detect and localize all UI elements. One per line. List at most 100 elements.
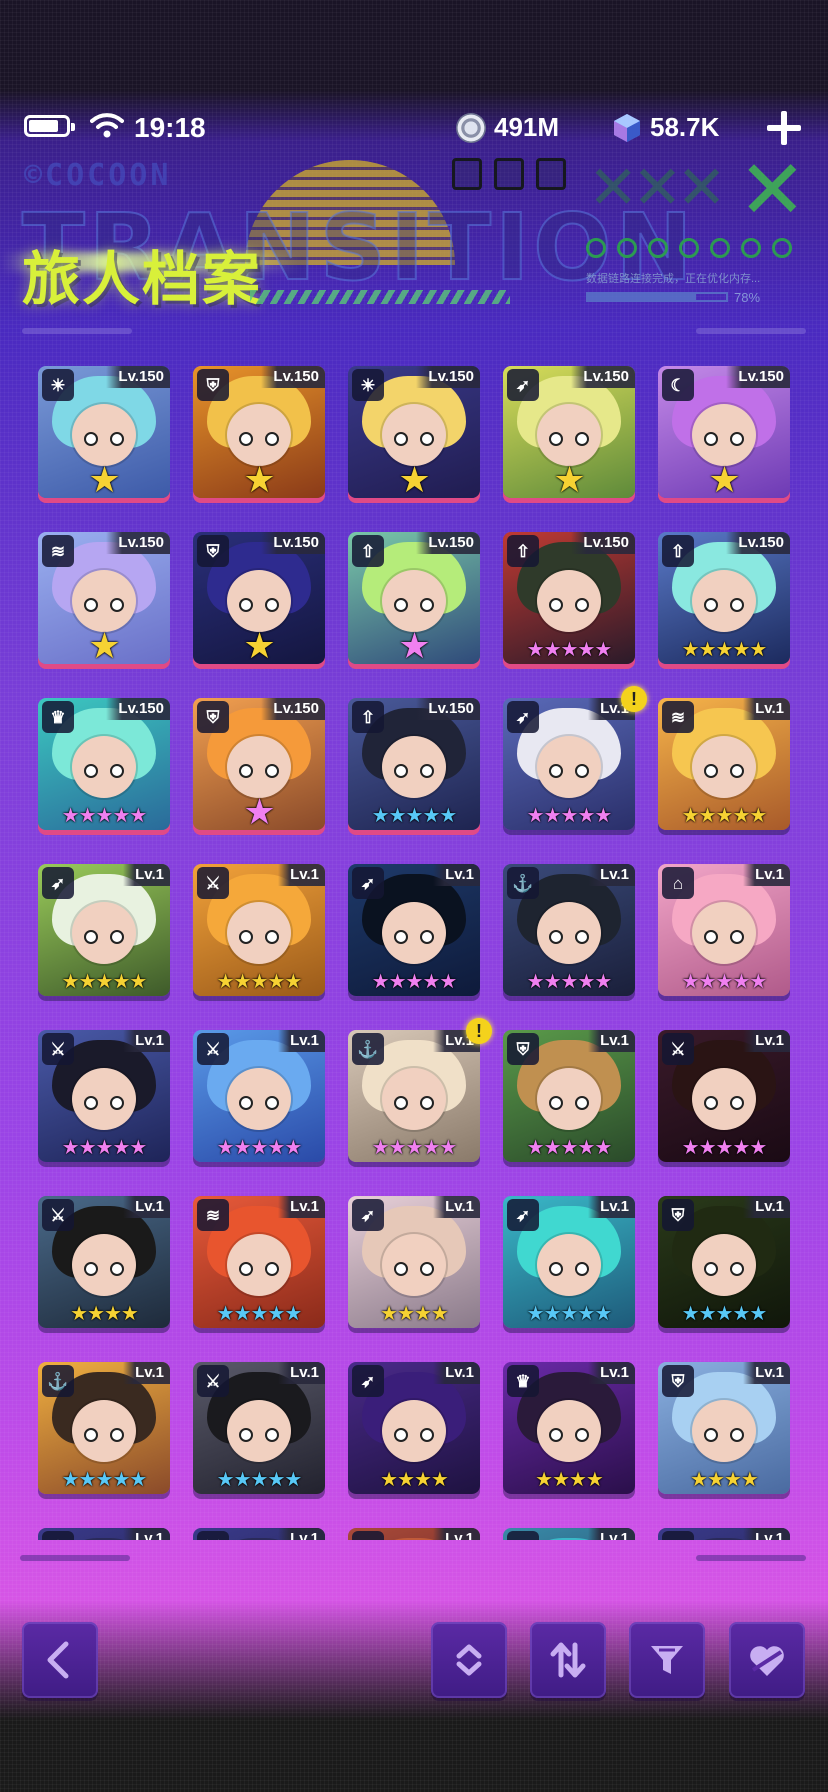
bow-class-icon: ➶ xyxy=(507,1199,539,1231)
character-card[interactable]: ⚔ Lv.1 ★★★★★ xyxy=(193,1362,325,1494)
character-card[interactable]: ⛨ Lv.150 ★ xyxy=(193,366,325,498)
favorite-button[interactable] xyxy=(729,1622,805,1698)
bow-class-icon: ➶ xyxy=(352,1365,384,1397)
sword-class-icon: ⚔ xyxy=(42,1033,74,1065)
character-card[interactable]: ➶ Lv.1 xyxy=(503,1528,635,1540)
level-label: Lv.150 xyxy=(106,698,170,720)
divider xyxy=(20,1555,130,1561)
character-card[interactable]: ➶ Lv.1 ★★★★★ xyxy=(503,1196,635,1328)
divider xyxy=(22,328,132,334)
big-x-decoration: ✕ xyxy=(738,143,807,238)
character-card[interactable]: ☀ Lv.150 ★ xyxy=(38,366,170,498)
bow-class-icon: ➶ xyxy=(507,369,539,401)
filter-icon xyxy=(651,1646,683,1674)
character-card[interactable]: ⚔ Lv.1 ★★★★★ xyxy=(193,864,325,996)
character-card[interactable]: ⌂ Lv.1 ★★★★★ xyxy=(658,864,790,996)
shield-class-icon: ⛨ xyxy=(662,1199,694,1231)
shield-class-icon: ⛨ xyxy=(507,1033,539,1065)
character-card[interactable]: ⛨ Lv.1 xyxy=(348,1528,480,1540)
character-card[interactable]: ⚔ Lv.1 ★★★★★ xyxy=(193,1030,325,1162)
gem-counter[interactable]: 58.7K xyxy=(612,112,719,143)
sort-button[interactable] xyxy=(530,1622,606,1698)
filter-button[interactable] xyxy=(629,1622,705,1698)
logo-text: ©COCOON xyxy=(24,158,172,193)
level-label: Lv.1 xyxy=(588,1362,635,1384)
character-card[interactable]: ≋ Lv.1 ★★★★★ xyxy=(193,1196,325,1328)
character-card[interactable]: ➶ Lv.1 ★★★★ xyxy=(348,1362,480,1494)
character-card[interactable]: ⇧ Lv.150 ★★★★★ xyxy=(503,532,635,664)
character-card[interactable]: ♛ Lv.1 ★★★★ xyxy=(503,1362,635,1494)
star-rating: ★★★★★ xyxy=(216,1469,303,1491)
star-rating: ★ xyxy=(243,625,275,664)
back-button[interactable] xyxy=(22,1622,98,1698)
character-card[interactable]: ⛨ Lv.1 ★★★★★ xyxy=(503,1030,635,1162)
page-title: 旅人档案 xyxy=(22,245,263,313)
level-label: Lv.1 xyxy=(433,1528,480,1540)
character-card[interactable]: ⚔ Lv.1 xyxy=(193,1528,325,1540)
level-label: Lv.150 xyxy=(571,366,635,388)
alert-badge: ! xyxy=(466,1018,492,1044)
level-label: Lv.1 xyxy=(433,1196,480,1218)
shield-class-icon: ⛨ xyxy=(352,1531,384,1540)
level-label: Lv.1 xyxy=(278,1362,325,1384)
character-grid-viewport[interactable]: ☀ Lv.150 ★ ⛨ Lv.150 ★ ☀ Lv.150 ★ ➶ Lv.150 ★ ☾ Lv.150 ★… xyxy=(0,360,828,1540)
character-card[interactable]: ➶ Lv.1 ★★★★ xyxy=(348,1196,480,1328)
shield-class-icon: ⛨ xyxy=(197,535,229,567)
add-currency-button[interactable] xyxy=(764,108,804,148)
character-card[interactable]: ➶ Lv.150 ★ xyxy=(503,366,635,498)
anchor-class-icon: ⚓ xyxy=(42,1365,74,1397)
character-card[interactable]: ⚓ Lv.1 ★★★★★ xyxy=(38,1362,170,1494)
star-rating: ★★★★★ xyxy=(216,971,303,993)
save-icon xyxy=(536,158,566,190)
character-card[interactable]: ⛨ Lv.1 ★★★★★ xyxy=(658,1196,790,1328)
arrow-class-icon: ⇧ xyxy=(352,535,384,567)
character-card[interactable]: ⇧ Lv.150 ★★★★★ xyxy=(348,698,480,830)
star-rating: ★★★★ xyxy=(70,1303,139,1325)
character-card[interactable]: ☾ Lv.150 ★ xyxy=(658,366,790,498)
crown-class-icon: ♛ xyxy=(507,1365,539,1397)
star-rating: ★ xyxy=(88,625,120,664)
sword-class-icon: ⚔ xyxy=(662,1033,694,1065)
star-rating: ★★★★★ xyxy=(61,1469,148,1491)
status-bar: 19:18 491M 58.7K xyxy=(0,100,828,150)
coin-counter[interactable]: 491M xyxy=(456,112,559,143)
character-card[interactable]: ⛨ Lv.1 ★★★★ xyxy=(658,1362,790,1494)
crown-class-icon: ♛ xyxy=(42,701,74,733)
character-card[interactable]: ➶ Lv.1 ★★★★★ xyxy=(38,864,170,996)
character-card[interactable]: ⇧ Lv.150 ★★★★★ xyxy=(658,532,790,664)
back-arrow-icon xyxy=(47,1641,69,1679)
bow-class-icon: ➶ xyxy=(507,1531,539,1540)
star-rating: ★★★★★ xyxy=(526,639,613,661)
character-card[interactable]: ⚔ Lv.1 ★★★★★ xyxy=(38,1030,170,1162)
level-label: Lv.1 xyxy=(278,1030,325,1052)
character-card[interactable]: ♛ Lv.150 ★★★★★ xyxy=(38,698,170,830)
star-rating: ★ xyxy=(553,459,585,498)
level-label: Lv.150 xyxy=(416,698,480,720)
character-card[interactable]: ≋ Lv.150 ★ xyxy=(38,532,170,664)
star-rating: ★★★★★ xyxy=(61,805,148,827)
character-card[interactable]: ⛨ Lv.150 ★ xyxy=(193,532,325,664)
character-card[interactable]: ⚔ Lv.1 ★★★★★ xyxy=(658,1030,790,1162)
expand-button[interactable] xyxy=(431,1622,507,1698)
wifi-icon xyxy=(90,113,124,138)
character-card[interactable]: ⚓ Lv.1 ★★★★★! xyxy=(348,1018,492,1162)
character-card[interactable]: ☀ Lv.150 ★ xyxy=(348,366,480,498)
character-card[interactable]: ≋ Lv.1 ★★★★★ xyxy=(658,698,790,830)
bow-class-icon: ➶ xyxy=(352,1199,384,1231)
character-card[interactable]: ⛨ Lv.150 ★ xyxy=(193,698,325,830)
level-label: Lv.1 xyxy=(588,1528,635,1540)
character-card[interactable]: ⇧ Lv.150 ★ xyxy=(348,532,480,664)
loading-bar xyxy=(586,292,728,302)
arrow-class-icon: ⇧ xyxy=(507,535,539,567)
character-card[interactable]: ⚔ Lv.1 ★★★★ xyxy=(38,1196,170,1328)
character-card[interactable]: ➶ Lv.1 ★★★★★! xyxy=(503,686,647,830)
character-card[interactable]: ➶ Lv.1 ★★★★★ xyxy=(348,864,480,996)
star-rating: ★★★★★ xyxy=(371,971,458,993)
character-card[interactable]: ≋ Lv.1 xyxy=(658,1528,790,1540)
star-rating: ★★★★★ xyxy=(526,805,613,827)
star-rating: ★★★★★ xyxy=(216,1303,303,1325)
character-card[interactable]: ⇧ Lv.1 xyxy=(38,1528,170,1540)
level-label: Lv.1 xyxy=(588,1030,635,1052)
character-card[interactable]: ⚓ Lv.1 ★★★★★ xyxy=(503,864,635,996)
level-label: Lv.150 xyxy=(261,698,325,720)
